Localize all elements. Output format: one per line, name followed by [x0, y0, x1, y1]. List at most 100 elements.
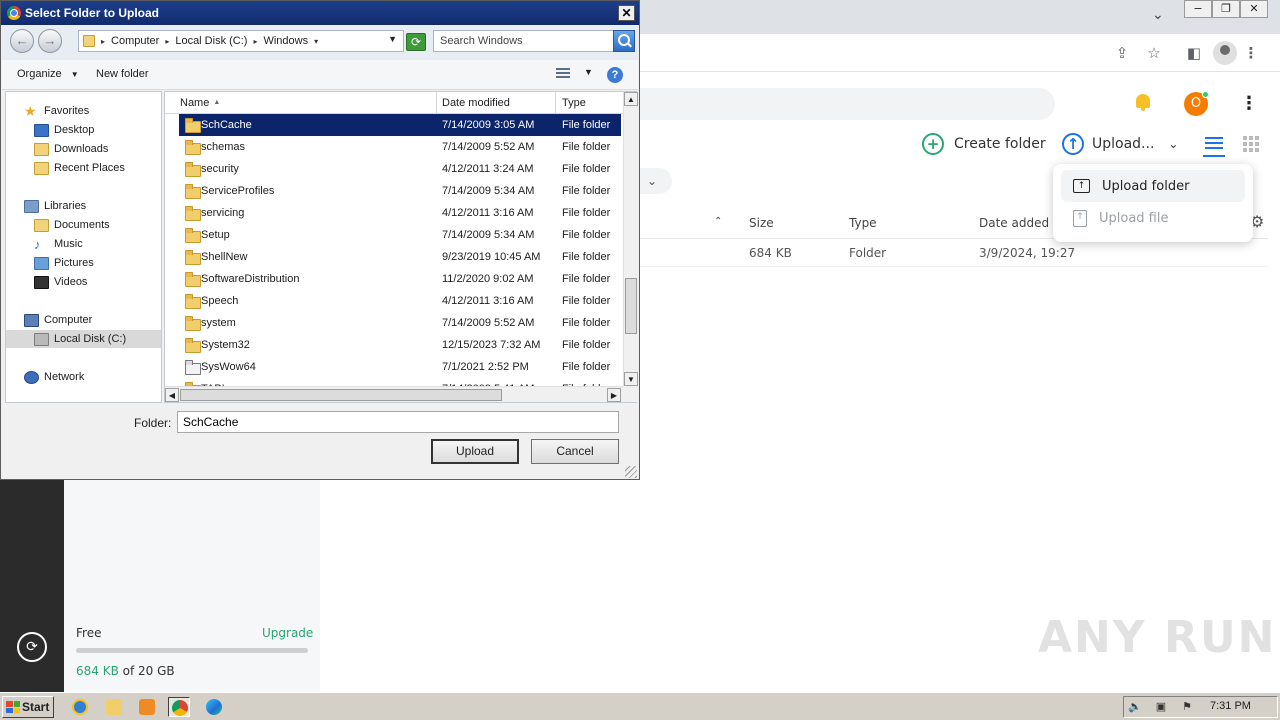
back-arrow-icon[interactable]: ←: [10, 29, 34, 53]
file-date-modified: 7/1/2021 2:52 PM: [442, 361, 529, 373]
breadcrumb-arrow-icon[interactable]: ▾: [314, 37, 318, 46]
nav-item-computer[interactable]: Computer: [24, 311, 92, 329]
nav-item-label: Music: [54, 238, 83, 250]
upgrade-link[interactable]: Upgrade: [262, 626, 313, 640]
table-row[interactable]: ServiceProfiles 7/14/2009 5:34 AM File fol…: [179, 180, 621, 202]
nav-item-pictures[interactable]: Pictures: [34, 254, 94, 272]
nav-item-label: Videos: [54, 276, 88, 288]
taskbar-clock[interactable]: 7:31 PM: [1210, 700, 1251, 712]
breadcrumb-windows[interactable]: Windows: [263, 35, 308, 47]
nav-item-network[interactable]: Network: [24, 368, 84, 386]
sort-chevron-up-icon[interactable]: ⌃: [714, 216, 722, 227]
file-list-horizontal-scrollbar[interactable]: ◀ ▶: [165, 386, 623, 402]
dialog-close-button[interactable]: ✕: [618, 5, 635, 21]
grid-view-icon[interactable]: [1243, 136, 1259, 152]
name-column-header[interactable]: Name ▲: [174, 92, 437, 114]
menu-item-upload-file[interactable]: ↑ Upload file: [1061, 202, 1245, 234]
search-icon[interactable]: [613, 30, 635, 52]
breadcrumb-local-disk[interactable]: Local Disk (C:): [175, 35, 247, 47]
cancel-dialog-button[interactable]: Cancel: [531, 439, 619, 464]
notifications-bell-icon[interactable]: [1133, 93, 1153, 113]
refresh-button[interactable]: ⟳: [406, 33, 426, 51]
close-window-button[interactable]: ✕: [1240, 0, 1268, 18]
scrollbar-thumb[interactable]: [625, 278, 637, 334]
file-list-vertical-scrollbar[interactable]: ▲ ▼: [623, 92, 638, 386]
breadcrumb-arrow-icon[interactable]: ▸: [253, 37, 257, 46]
resize-grip[interactable]: [625, 466, 637, 478]
action-center-flag-icon[interactable]: ⚑: [1180, 701, 1194, 714]
menu-item-upload-folder[interactable]: ↑ Upload folder: [1061, 170, 1245, 202]
explorer-taskbar-icon[interactable]: [103, 697, 125, 717]
scroll-right-arrow-icon[interactable]: ▶: [607, 388, 621, 402]
dialog-titlebar[interactable]: Select Folder to Upload ✕: [1, 1, 639, 25]
change-view-icon[interactable]: [556, 68, 570, 80]
row-size: 684 KB: [749, 246, 792, 260]
start-button[interactable]: Start: [2, 696, 54, 718]
scroll-down-arrow-icon[interactable]: ▼: [624, 372, 638, 386]
table-row[interactable]: SoftwareDistribution 11/2/2020 9:02 AM Fil…: [179, 268, 621, 290]
table-row[interactable]: ShellNew 9/23/2019 10:45 AM File folder: [179, 246, 621, 268]
table-row[interactable]: SchCache 7/14/2009 3:05 AM File folder: [179, 114, 621, 136]
upload-dialog-button[interactable]: Upload: [431, 439, 519, 464]
nav-item-videos[interactable]: Videos: [34, 273, 87, 291]
type-column-header[interactable]: Type: [849, 216, 877, 230]
chrome-taskbar-icon[interactable]: [168, 697, 190, 717]
upload-button[interactable]: ↑ Upload... ⌄: [1062, 131, 1178, 157]
sync-icon[interactable]: ⟳: [17, 632, 47, 662]
search-input[interactable]: Search Windows: [433, 30, 635, 52]
address-bar[interactable]: ▸ Computer ▸ Local Disk (C:) ▸ Windows ▾…: [78, 30, 404, 52]
table-row[interactable]: Setup 7/14/2009 5:34 AM File folder: [179, 224, 621, 246]
internet-explorer-taskbar-icon[interactable]: [69, 697, 91, 717]
table-row[interactable]: security 4/12/2011 3:24 AM File folder: [179, 158, 621, 180]
table-row[interactable]: System32 12/15/2023 7:32 AM File folder: [179, 334, 621, 356]
app-more-menu-icon[interactable]: ⋮: [1240, 93, 1258, 115]
folder-name-field[interactable]: [177, 411, 619, 433]
nav-item-music[interactable]: ♪ Music: [34, 235, 83, 253]
nav-item-local-disk-c[interactable]: Local Disk (C:): [6, 330, 161, 348]
edge-taskbar-icon[interactable]: [203, 697, 225, 717]
view-options-dropdown-icon[interactable]: ▼: [584, 67, 593, 77]
volume-icon[interactable]: 🔈: [1128, 701, 1142, 714]
nav-item-downloads[interactable]: Downloads: [34, 140, 108, 158]
date-modified-column-header[interactable]: Date modified: [436, 92, 556, 114]
address-history-dropdown-icon[interactable]: ▼: [388, 34, 397, 44]
scrollbar-thumb[interactable]: [180, 389, 502, 401]
restore-window-button[interactable]: ❐: [1212, 0, 1240, 18]
breadcrumb-arrow-icon[interactable]: ▸: [101, 37, 105, 46]
table-row[interactable]: Speech 4/12/2011 3:16 AM File folder: [179, 290, 621, 312]
bookmark-star-icon[interactable]: ☆: [1144, 43, 1164, 63]
organize-button[interactable]: Organize ▼: [17, 68, 79, 80]
table-row[interactable]: 684 KB Folder 3/9/2024, 19:27: [640, 239, 1268, 267]
size-column-header[interactable]: Size: [749, 216, 774, 230]
media-player-taskbar-icon[interactable]: [136, 697, 158, 717]
minimize-window-button[interactable]: −: [1184, 0, 1212, 18]
forward-arrow-icon[interactable]: →: [38, 29, 62, 53]
create-folder-button[interactable]: + Create folder: [922, 131, 1046, 157]
table-row[interactable]: system 7/14/2009 5:52 AM File folder: [179, 312, 621, 334]
list-view-icon[interactable]: [1203, 134, 1225, 158]
table-row[interactable]: servicing 4/12/2011 3:16 AM File folder: [179, 202, 621, 224]
table-row[interactable]: SysWow64 7/1/2021 2:52 PM File folder: [179, 356, 621, 378]
scroll-left-arrow-icon[interactable]: ◀: [165, 388, 179, 402]
browser-menu-icon[interactable]: ⋮: [1241, 43, 1261, 63]
browser-profile-avatar[interactable]: [1213, 41, 1237, 65]
help-icon[interactable]: ?: [607, 67, 623, 83]
tab-search-chevron-icon[interactable]: ⌄: [1152, 7, 1164, 23]
type-column-header[interactable]: Type: [556, 92, 623, 114]
share-icon[interactable]: ⇪: [1112, 43, 1132, 63]
table-row[interactable]: TAPI 7/14/2009 5:41 AM File folder: [179, 378, 621, 386]
nav-item-documents[interactable]: Documents: [34, 216, 110, 234]
breadcrumb-arrow-icon[interactable]: ▸: [165, 37, 169, 46]
side-panel-icon[interactable]: ◧: [1184, 43, 1204, 63]
date-added-column-header[interactable]: Date added: [979, 216, 1049, 230]
breadcrumb-computer[interactable]: Computer: [111, 35, 159, 47]
nav-item-recent-places[interactable]: Recent Places: [34, 159, 125, 177]
scroll-up-arrow-icon[interactable]: ▲: [624, 92, 638, 106]
nav-item-desktop[interactable]: Desktop: [34, 121, 94, 139]
new-folder-button[interactable]: New folder: [96, 68, 149, 80]
nav-item-favorites[interactable]: ★ Favorites: [24, 102, 89, 120]
table-row[interactable]: schemas 7/14/2009 5:52 AM File folder: [179, 136, 621, 158]
nav-item-libraries[interactable]: Libraries: [24, 197, 86, 215]
page-scrollbar[interactable]: [1268, 72, 1280, 692]
network-status-icon[interactable]: ▣: [1154, 701, 1168, 714]
